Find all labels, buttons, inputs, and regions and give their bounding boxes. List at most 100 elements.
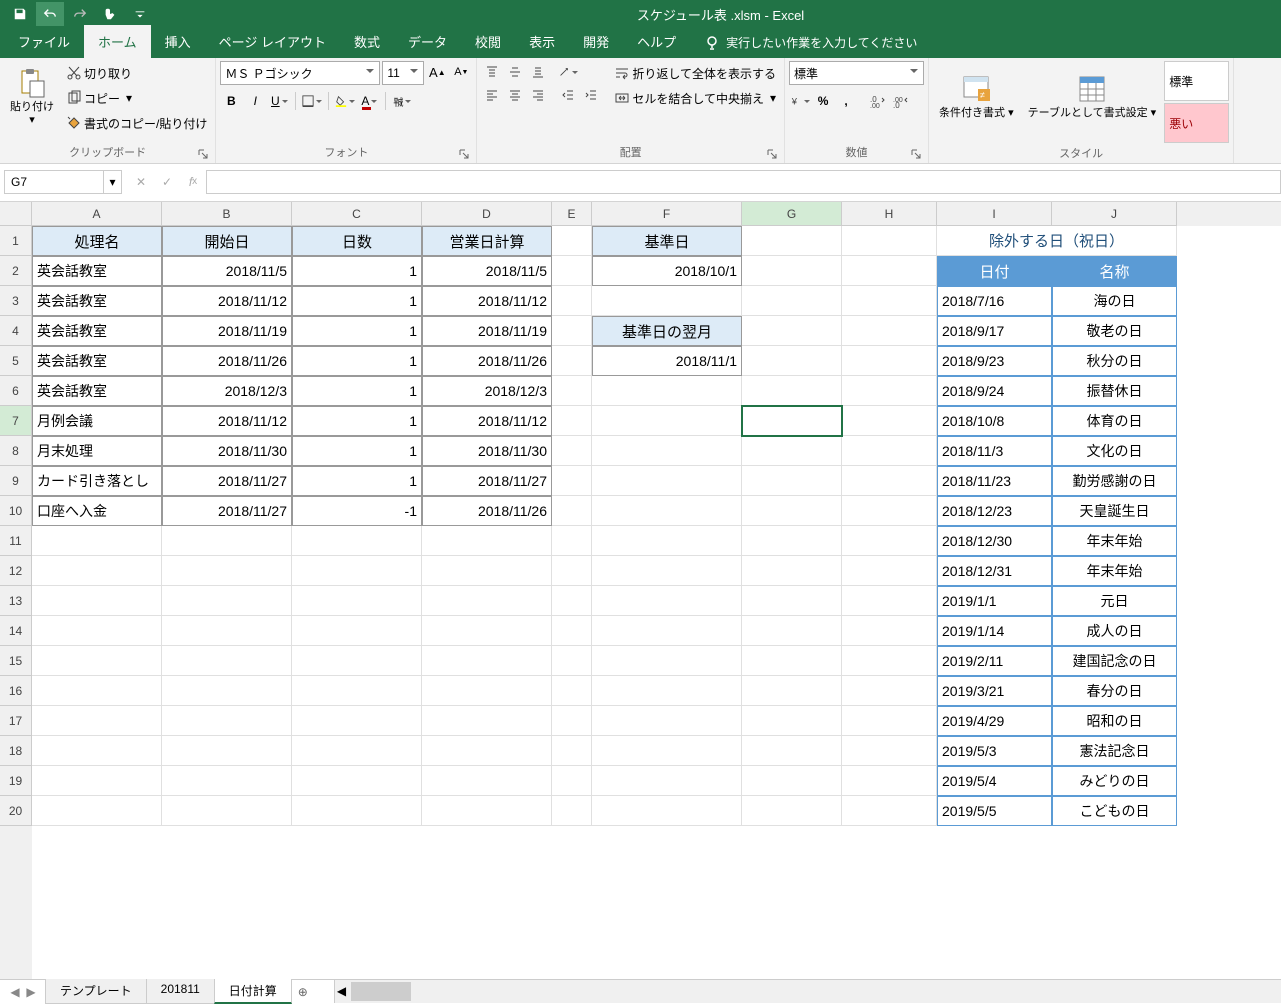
cell-J17[interactable]: 昭和の日 [1052,706,1177,736]
cell-B1[interactable]: 開始日 [162,226,292,256]
cell-F10[interactable] [592,496,742,526]
cell-E16[interactable] [552,676,592,706]
sheet-tab-201811[interactable]: 201811 [146,979,215,1004]
cell-H14[interactable] [842,616,937,646]
cell-G14[interactable] [742,616,842,646]
cell-A7[interactable]: 月例会議 [32,406,162,436]
cell-D19[interactable] [422,766,552,796]
cell-A19[interactable] [32,766,162,796]
cell-B8[interactable]: 2018/11/30 [162,436,292,466]
percent-button[interactable]: % [812,90,834,112]
cell-F16[interactable] [592,676,742,706]
cell-E14[interactable] [552,616,592,646]
cell-C2[interactable]: 1 [292,256,422,286]
cell-B5[interactable]: 2018/11/26 [162,346,292,376]
cell-H10[interactable] [842,496,937,526]
alignment-launcher[interactable] [766,148,778,160]
row-header-10[interactable]: 10 [0,496,32,526]
font-name-select[interactable]: ＭＳ Ｐゴシック [220,61,380,85]
cell-C13[interactable] [292,586,422,616]
cell-H17[interactable] [842,706,937,736]
cell-C18[interactable] [292,736,422,766]
cell-C3[interactable]: 1 [292,286,422,316]
cell-D2[interactable]: 2018/11/5 [422,256,552,286]
cell-G15[interactable] [742,646,842,676]
cell-F8[interactable] [592,436,742,466]
cell-F13[interactable] [592,586,742,616]
cell-H19[interactable] [842,766,937,796]
cell-D15[interactable] [422,646,552,676]
cell-I17[interactable]: 2019/4/29 [937,706,1052,736]
cell-D17[interactable] [422,706,552,736]
tab-insert[interactable]: 挿入 [151,25,205,58]
horizontal-scroll-thumb[interactable] [351,982,411,1001]
align-bottom-button[interactable] [527,61,549,83]
cell-B15[interactable] [162,646,292,676]
cell-A3[interactable]: 英会話教室 [32,286,162,316]
cell-D11[interactable] [422,526,552,556]
cell-A4[interactable]: 英会話教室 [32,316,162,346]
cell-I16[interactable]: 2019/3/21 [937,676,1052,706]
row-header-18[interactable]: 18 [0,736,32,766]
cell-I5[interactable]: 2018/9/23 [937,346,1052,376]
copy-button[interactable]: コピー▾ [62,86,211,110]
cell-C10[interactable]: -1 [292,496,422,526]
cell-D14[interactable] [422,616,552,646]
border-button[interactable] [301,90,323,112]
cell-A14[interactable] [32,616,162,646]
cell-F12[interactable] [592,556,742,586]
cell-E3[interactable] [552,286,592,316]
cell-D8[interactable]: 2018/11/30 [422,436,552,466]
increase-indent-button[interactable] [580,84,602,106]
row-header-16[interactable]: 16 [0,676,32,706]
cell-F7[interactable] [592,406,742,436]
bold-button[interactable]: B [220,90,242,112]
cell-H9[interactable] [842,466,937,496]
cell-I15[interactable]: 2019/2/11 [937,646,1052,676]
cell-B13[interactable] [162,586,292,616]
tab-developer[interactable]: 開発 [569,25,623,58]
cell-B16[interactable] [162,676,292,706]
insert-function-button[interactable]: fx [180,170,206,194]
cell-G2[interactable] [742,256,842,286]
cell-G20[interactable] [742,796,842,826]
touch-mode-button[interactable] [96,2,124,26]
cell-C15[interactable] [292,646,422,676]
cell-G19[interactable] [742,766,842,796]
cell-E12[interactable] [552,556,592,586]
cell-J2[interactable]: 名称 [1052,256,1177,286]
comma-button[interactable]: , [835,90,857,112]
cell-A2[interactable]: 英会話教室 [32,256,162,286]
row-header-20[interactable]: 20 [0,796,32,826]
sheet-nav-next[interactable]: ▶ [24,985,38,999]
row-header-5[interactable]: 5 [0,346,32,376]
cell-G4[interactable] [742,316,842,346]
qat-customize-button[interactable] [126,2,154,26]
tab-page-layout[interactable]: ページ レイアウト [205,25,340,58]
cell-A12[interactable] [32,556,162,586]
phonetic-button[interactable]: ㍻ [391,90,413,112]
horizontal-scrollbar[interactable]: ◀ [334,980,1281,1003]
cancel-formula-button[interactable]: ✕ [128,170,154,194]
cell-H12[interactable] [842,556,937,586]
formula-input[interactable] [206,170,1281,194]
cell-D18[interactable] [422,736,552,766]
cell-D10[interactable]: 2018/11/26 [422,496,552,526]
increase-font-button[interactable]: A▲ [426,61,448,83]
cell-H1[interactable] [842,226,937,256]
cell-I9[interactable]: 2018/11/23 [937,466,1052,496]
font-size-select[interactable]: 11 [382,61,424,85]
cell-H11[interactable] [842,526,937,556]
conditional-formatting-button[interactable]: ≠ 条件付き書式 ▾ [933,61,1020,133]
cell-F6[interactable] [592,376,742,406]
cell-E10[interactable] [552,496,592,526]
cell-C5[interactable]: 1 [292,346,422,376]
increase-decimal-button[interactable]: .0.00 [867,90,889,112]
cell-D6[interactable]: 2018/12/3 [422,376,552,406]
cell-D1[interactable]: 営業日計算 [422,226,552,256]
cell-C8[interactable]: 1 [292,436,422,466]
row-header-19[interactable]: 19 [0,766,32,796]
cell-D12[interactable] [422,556,552,586]
row-header-7[interactable]: 7 [0,406,32,436]
cell-C20[interactable] [292,796,422,826]
